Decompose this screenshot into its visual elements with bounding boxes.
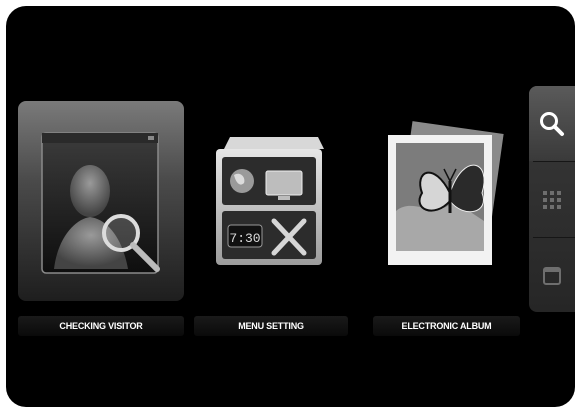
settings-cabinet-icon: 7:30 xyxy=(216,137,324,265)
window-icon xyxy=(543,266,561,285)
search-icon xyxy=(540,111,564,136)
window-button[interactable] xyxy=(529,238,575,313)
electronic-album-tile[interactable] xyxy=(364,101,530,301)
visitor-search-icon xyxy=(41,132,160,274)
checking-visitor-label[interactable]: CHECKING VISITOR xyxy=(18,316,184,336)
search-button[interactable] xyxy=(529,86,575,161)
electronic-album-label[interactable]: ELECTRONIC ALBUM xyxy=(373,316,520,336)
device-screen: CHECKING VISITOR 7:30 MENU SETTING ELECT… xyxy=(6,6,575,407)
grid-button[interactable] xyxy=(529,162,575,237)
clock-display-text: 7:30 xyxy=(229,231,260,246)
grid-icon xyxy=(543,190,561,209)
checking-visitor-tile[interactable] xyxy=(18,101,184,301)
menu-setting-label[interactable]: MENU SETTING xyxy=(194,316,348,336)
right-sidebar xyxy=(529,86,575,312)
photo-album-icon xyxy=(388,121,504,265)
menu-setting-tile[interactable]: 7:30 xyxy=(194,101,360,301)
